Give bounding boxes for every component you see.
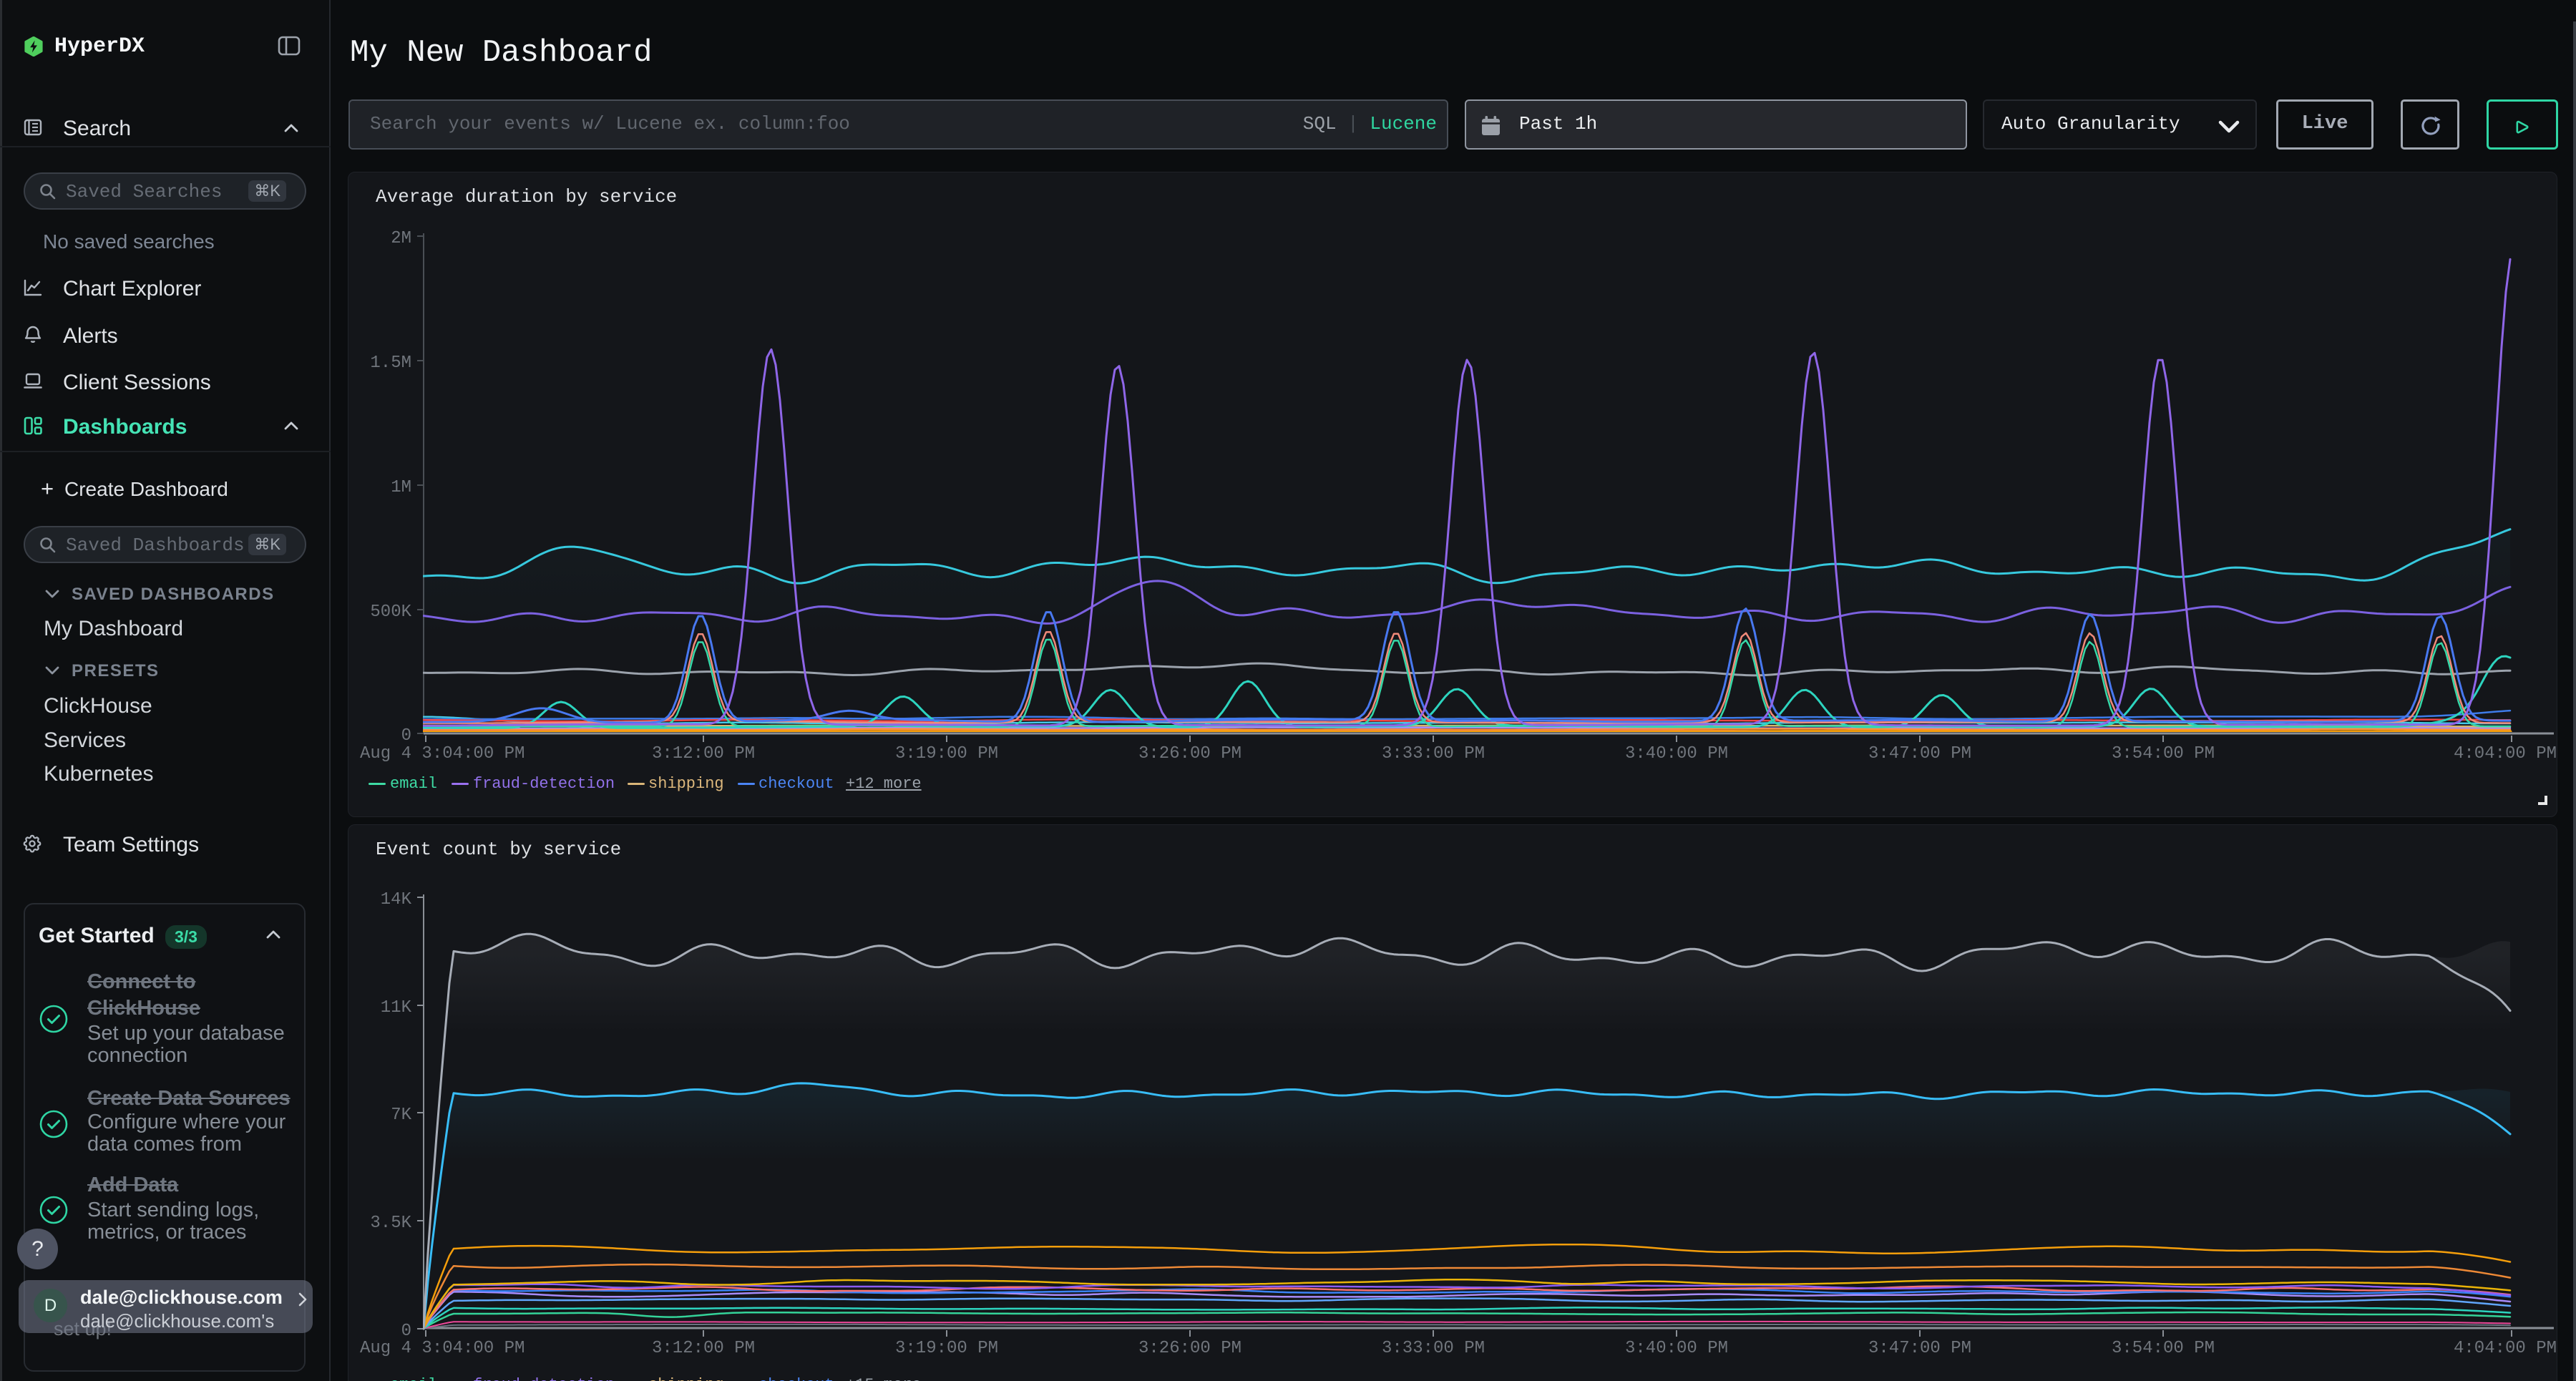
svg-text:3:26:00 PM: 3:26:00 PM <box>1138 1339 1241 1358</box>
svg-text:2M: 2M <box>391 229 411 248</box>
svg-text:3:33:00 PM: 3:33:00 PM <box>1382 1339 1485 1358</box>
svg-text:3.5K: 3.5K <box>370 1214 411 1233</box>
svg-text:11K: 11K <box>381 998 412 1018</box>
svg-text:Aug 4 3:04:00 PM: Aug 4 3:04:00 PM <box>360 1339 525 1358</box>
svg-text:0: 0 <box>401 1322 411 1341</box>
svg-text:3:54:00 PM: 3:54:00 PM <box>2112 744 2215 763</box>
svg-text:0: 0 <box>401 726 411 746</box>
svg-text:4:04:00 PM: 4:04:00 PM <box>2454 1339 2557 1358</box>
svg-text:4:04:00 PM: 4:04:00 PM <box>2454 744 2557 763</box>
svg-text:500K: 500K <box>370 602 411 622</box>
svg-text:3:47:00 PM: 3:47:00 PM <box>1868 744 1971 763</box>
svg-text:Aug 4 3:04:00 PM: Aug 4 3:04:00 PM <box>360 744 525 763</box>
svg-text:3:19:00 PM: 3:19:00 PM <box>895 744 998 763</box>
svg-text:3:12:00 PM: 3:12:00 PM <box>652 1339 755 1358</box>
svg-text:3:19:00 PM: 3:19:00 PM <box>895 1339 998 1358</box>
svg-text:3:47:00 PM: 3:47:00 PM <box>1868 1339 1971 1358</box>
svg-text:3:40:00 PM: 3:40:00 PM <box>1625 744 1728 763</box>
svg-text:14K: 14K <box>381 890 412 909</box>
svg-text:3:54:00 PM: 3:54:00 PM <box>2112 1339 2215 1358</box>
svg-text:3:33:00 PM: 3:33:00 PM <box>1382 744 1485 763</box>
svg-text:1M: 1M <box>391 478 411 497</box>
svg-text:3:12:00 PM: 3:12:00 PM <box>652 744 755 763</box>
svg-text:3:26:00 PM: 3:26:00 PM <box>1138 744 1241 763</box>
svg-text:3:40:00 PM: 3:40:00 PM <box>1625 1339 1728 1358</box>
svg-text:1.5M: 1.5M <box>370 353 411 373</box>
svg-text:7K: 7K <box>391 1106 411 1125</box>
